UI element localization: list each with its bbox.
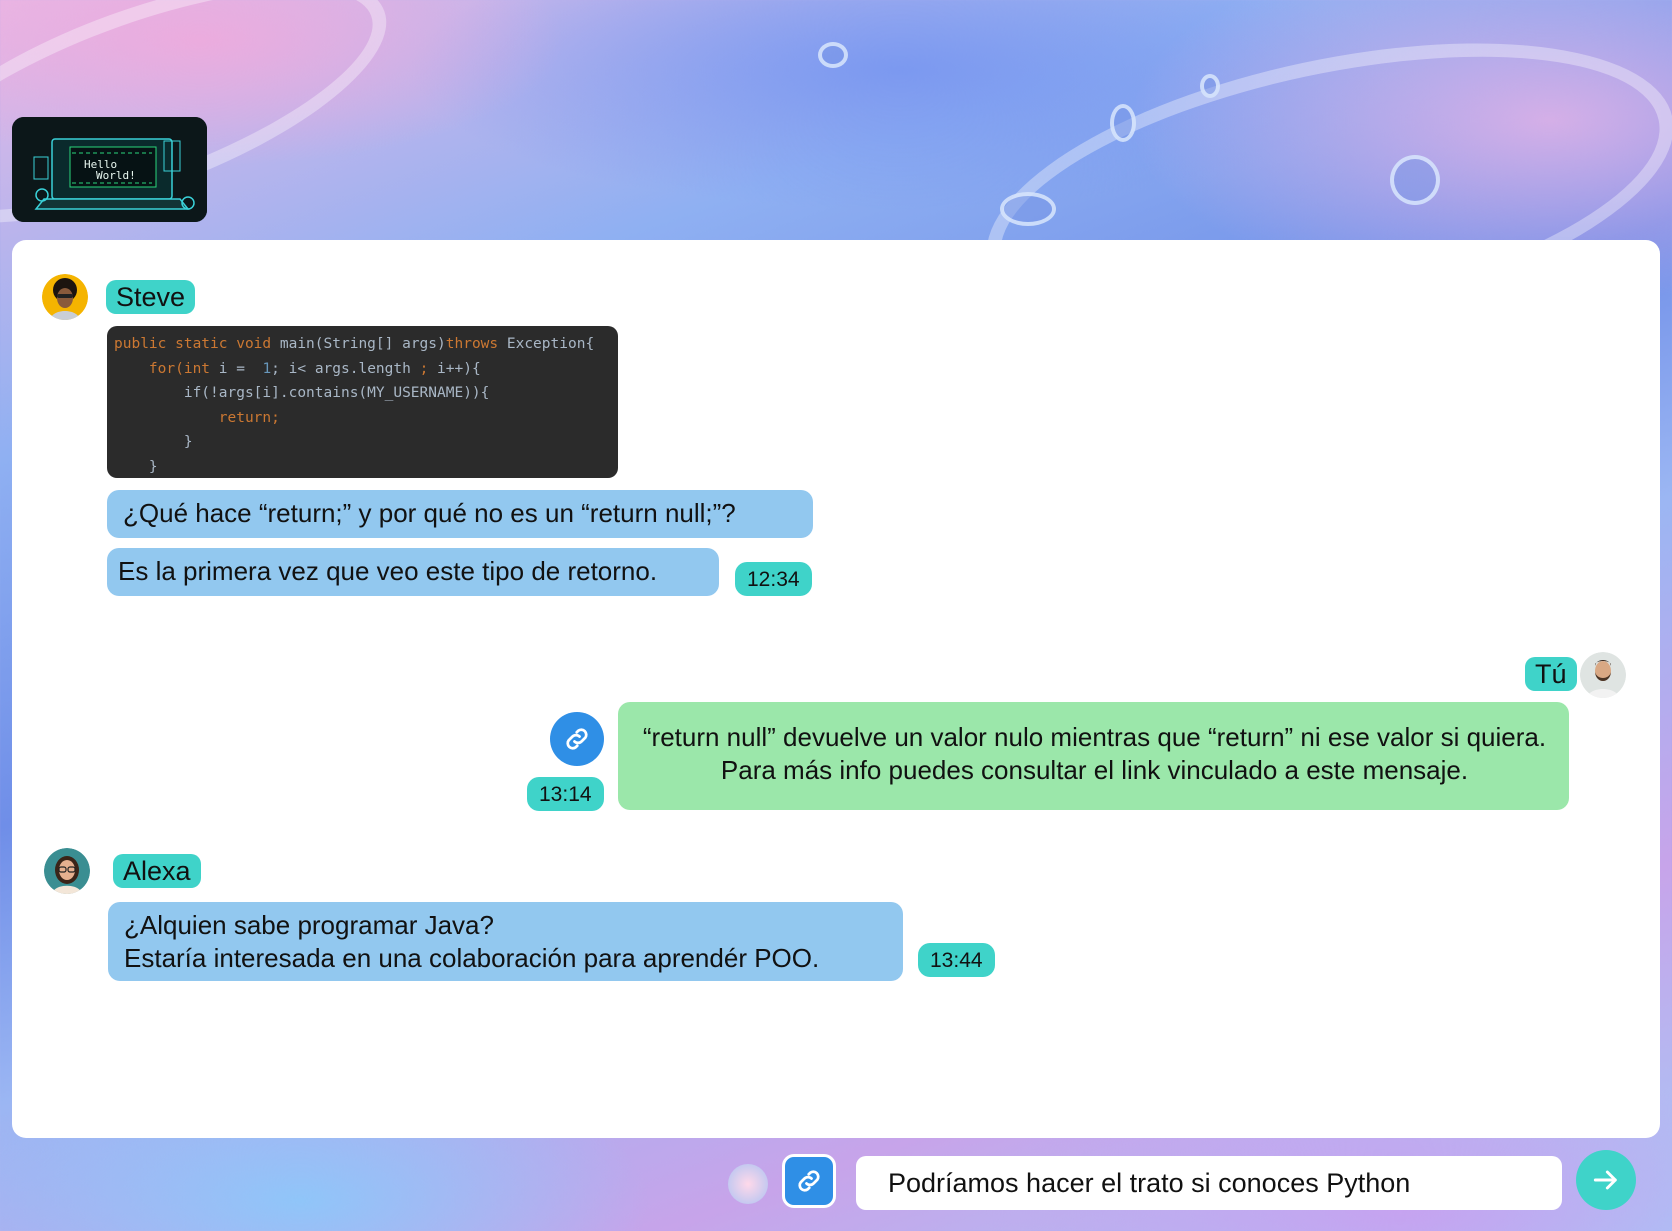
link-icon [566, 728, 588, 750]
message-bubble-alexa[interactable]: ¿Alquien sabe programar Java? Estaría in… [108, 902, 903, 981]
sender-name-you: Tú [1525, 657, 1577, 691]
code-line: public static void main(String[] args)th… [114, 336, 595, 352]
message-input[interactable]: Podríamos hacer el trato si conoces Pyth… [856, 1156, 1562, 1210]
background-bubble [818, 42, 848, 68]
svg-text:World!: World! [96, 169, 136, 182]
code-snippet: public static void main(String[] args)th… [107, 326, 618, 478]
link-icon [798, 1170, 820, 1192]
background-bubble [1000, 192, 1056, 226]
message-line: ¿Alquien sabe programar Java? [124, 910, 494, 940]
attach-link-button[interactable] [782, 1154, 836, 1208]
emoji-button[interactable] [728, 1164, 768, 1204]
timestamp-you: 13:14 [527, 777, 604, 811]
laptop-hello-world-icon: Hello World! [12, 117, 207, 222]
message-bubble-steve-2[interactable]: Es la primera vez que veo este tipo de r… [107, 548, 719, 596]
sender-name-alexa: Alexa [113, 854, 201, 888]
background-bubble [1200, 74, 1220, 98]
message-line: Estaría interesada en una colaboración p… [124, 943, 820, 973]
avatar-you[interactable] [1580, 652, 1626, 698]
chat-thumbnail-image[interactable]: Hello World! [12, 117, 207, 222]
code-line: return; [218, 409, 280, 426]
chat-panel[interactable]: Steve public static void main(String[] a… [12, 240, 1660, 1138]
message-bubble-steve-1[interactable]: ¿Qué hace “return;” y por qué no es un “… [107, 490, 813, 538]
attached-link-button[interactable] [550, 712, 604, 766]
user-avatar-icon [44, 848, 90, 894]
arrow-right-icon [1593, 1170, 1617, 1190]
user-avatar-icon [42, 274, 88, 320]
sender-name-steve: Steve [106, 280, 196, 314]
code-line: for(int i = 1; i< args.length ; i++){ [114, 360, 481, 377]
timestamp-alexa: 13:44 [918, 943, 995, 977]
code-line: if(!args[i].contains(MY_USERNAME)){ [114, 385, 490, 401]
avatar-alexa[interactable] [44, 848, 90, 894]
code-line: } [114, 434, 193, 450]
send-button[interactable] [1576, 1150, 1636, 1210]
timestamp-steve: 12:34 [735, 562, 812, 596]
message-bubble-you[interactable]: “return null” devuelve un valor nulo mie… [618, 702, 1569, 810]
user-avatar-icon [1580, 652, 1626, 698]
background-bubble [1110, 104, 1136, 142]
avatar-steve[interactable] [42, 274, 88, 320]
background-bubble [1390, 155, 1440, 205]
code-line: } [114, 458, 158, 475]
